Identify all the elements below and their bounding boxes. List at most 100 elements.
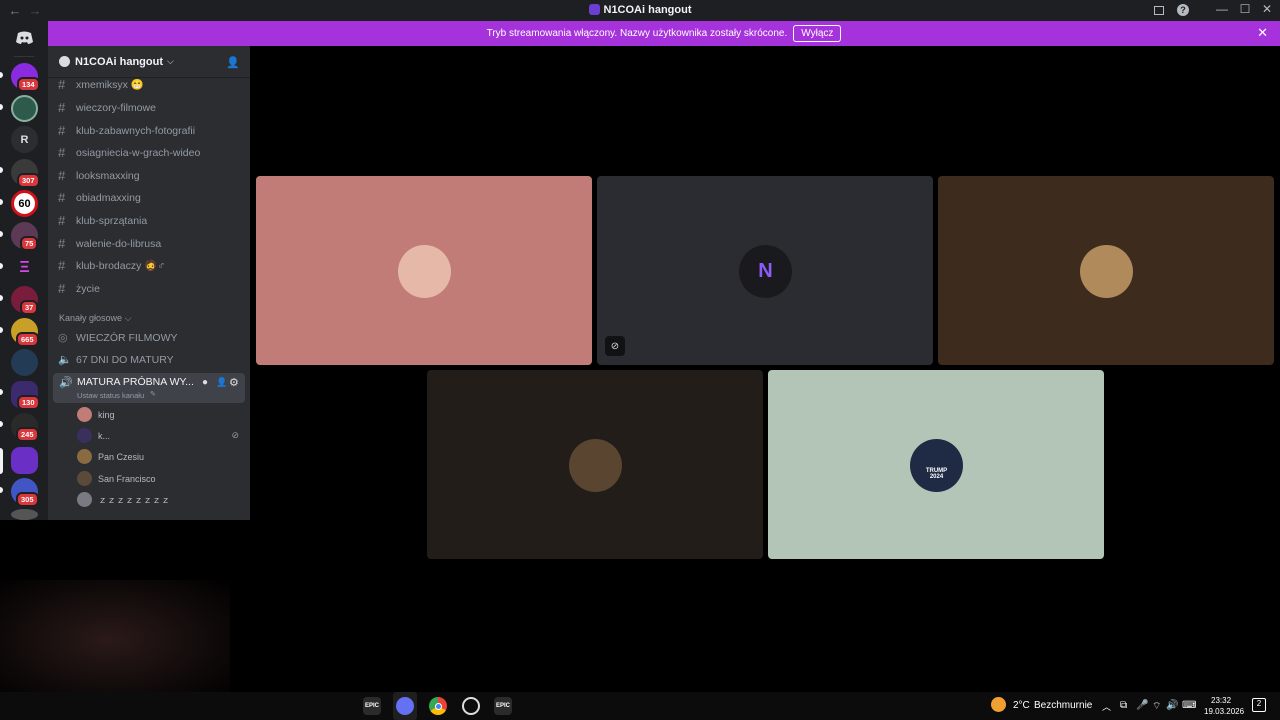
text-channel[interactable]: # looksmaxxing [58,168,140,183]
hash-icon: # [58,281,66,296]
video-tile[interactable]: N ⊘ [597,176,933,365]
server-icon[interactable]: Ξ [11,254,38,281]
text-channel[interactable]: # walenie-do-librusa [58,236,161,251]
invite-people-icon[interactable]: 👤 [226,56,240,69]
member-name: ｚｚｚｚｚｚｚｚ [98,495,171,505]
server-icon-selected[interactable] [11,447,38,474]
channel-name: looksmaxxing [76,169,140,182]
channel-name: osiagniecia-w-grach-wideo [76,146,201,159]
voice-channel[interactable]: 🔈 67 DNI DO MATURY [58,353,174,367]
inbox-icon[interactable] [1154,6,1164,15]
video-tile[interactable] [427,370,763,559]
channel-name: wieczory-filmowe [76,101,156,114]
invite-icon[interactable]: 👤 [216,377,227,388]
avatar [77,492,92,507]
stage-channel[interactable]: ◎ WIECZÓR FILMOWY [58,331,178,345]
banner-text: Tryb streamowania włączony. Nazwy użytko… [486,28,788,39]
keyboard-icon[interactable]: ⌨ [1182,700,1196,711]
text-channel[interactable]: # wieczory-filmowe [58,100,156,115]
voice-member[interactable]: San Francisco [77,471,156,486]
pencil-icon[interactable]: ✎ [150,390,156,398]
voice-category[interactable]: Kanały głosowe ⌵ [59,313,131,324]
hash-icon: # [58,168,66,183]
unread-badge: 305 [16,492,39,507]
wifi-icon[interactable]: ⌔ [1152,700,1161,713]
voice-member[interactable]: k... ⊘ [77,428,239,443]
unread-badge: 665 [16,332,39,347]
hash-icon: # [58,100,66,115]
unread-badge: 75 [20,236,39,251]
video-tile[interactable] [256,176,592,365]
steam-like-icon[interactable] [462,697,480,715]
streaming-mode-banner: Tryb streamowania włączony. Nazwy użytko… [48,21,1280,46]
camera-off-icon: ⊘ [231,430,239,440]
active-app-highlight [393,692,417,720]
epic-games-icon[interactable]: EPIC [363,697,381,715]
text-channel[interactable]: # życie [58,281,100,296]
server-name: N1COAi hangout [75,55,163,68]
notification-center-icon[interactable]: 2 [1252,698,1266,712]
channel-name: życie [76,282,100,295]
channel-status[interactable]: Ustaw status kanału [77,391,144,400]
weather-icon[interactable] [991,697,1006,712]
hash-icon: # [58,236,66,251]
hash-icon: # [58,213,66,228]
text-channel[interactable]: # xmemiksyx 😁 [58,77,144,92]
server-icon[interactable] [11,95,38,122]
tray-app-icon[interactable]: ⧉ [1120,700,1127,711]
maximize-icon[interactable]: ☐ [1236,2,1254,16]
voice-member[interactable]: ｚｚｚｚｚｚｚｚ [77,492,170,507]
text-channel[interactable]: # klub-zabawnych-fotografii [58,123,195,138]
video-tile[interactable]: TRUMP 2024 [768,370,1104,559]
epic-games-icon-2[interactable]: EPIC [494,697,512,715]
speed-sign-server-icon[interactable]: 60 [11,190,38,217]
category-label: Kanały głosowe [59,313,123,323]
channel-name: klub-sprzątania [76,214,148,227]
member-name: San Francisco [98,473,156,484]
hash-icon: # [58,258,66,273]
channel-name: MATURA PRÓBNA WY... [77,376,194,388]
voice-member[interactable]: Pan Czesiu [77,449,144,464]
hash-icon: # [58,145,66,160]
video-tile[interactable] [938,176,1274,365]
clock-date[interactable]: 19.03.2026 [1204,707,1244,716]
text-channel[interactable]: # osiagniecia-w-grach-wideo [58,145,200,160]
microphone-icon[interactable]: 🎤 [1136,700,1148,711]
taskbar: EPIC EPIC 2°C Bezchmurnie ︿ ⧉ 🎤 ⌔ 🔊 ⌨ 23… [0,692,1280,720]
channel-name: klub-zabawnych-fotografii [76,124,196,137]
server-icon[interactable]: R [11,126,38,153]
tray-chevron-icon[interactable]: ︿ [1102,700,1111,713]
weather-temp[interactable]: 2°C [1013,700,1030,711]
chrome-icon[interactable] [429,697,447,715]
webcam-overlay [0,580,230,692]
server-icon[interactable] [11,509,38,520]
server-icon[interactable] [11,349,38,376]
participant-avatar [1080,244,1133,298]
gear-icon[interactable]: ⚙ [229,376,239,389]
speaker-icon: 🔈 [58,354,72,366]
close-icon[interactable]: ✕ [1257,25,1268,41]
help-icon[interactable]: ? [1177,4,1189,16]
text-channel[interactable]: # klub-sprzątania [58,213,147,228]
stage-icon: ◎ [58,332,68,344]
close-window-icon[interactable]: ✕ [1258,2,1276,16]
disable-streaming-button[interactable]: Wyłącz [793,25,842,42]
minimize-icon[interactable]: — [1213,2,1231,16]
server-header[interactable]: N1COAi hangout ⌵ 👤 [48,46,250,78]
chat-icon[interactable]: ● [202,377,208,388]
window-title-text: N1COAi hangout [603,4,692,16]
unread-badge: 134 [17,77,40,92]
chevron-down-icon: ⌵ [167,56,174,66]
text-channel[interactable]: # klub-brodaczy 🧔♂ [58,258,165,273]
text-channel[interactable]: # obiadmaxxing [58,190,141,205]
title-bar: ← → N1COAi hangout ? — ☐ ✕ [0,0,1280,21]
volume-icon[interactable]: 🔊 [1166,700,1178,711]
weather-desc[interactable]: Bezchmurnie [1034,700,1092,711]
clock-time[interactable]: 23:32 [1211,696,1231,705]
avatar [77,471,92,486]
channel-name: obiadmaxxing [76,191,141,204]
voice-member[interactable]: king [77,407,115,422]
chevron-down-icon: ⌵ [124,313,132,323]
discord-home-icon[interactable] [11,24,38,51]
active-voice-channel[interactable]: 🔊 MATURA PRÓBNA WY... Ustaw status kanał… [53,373,245,403]
